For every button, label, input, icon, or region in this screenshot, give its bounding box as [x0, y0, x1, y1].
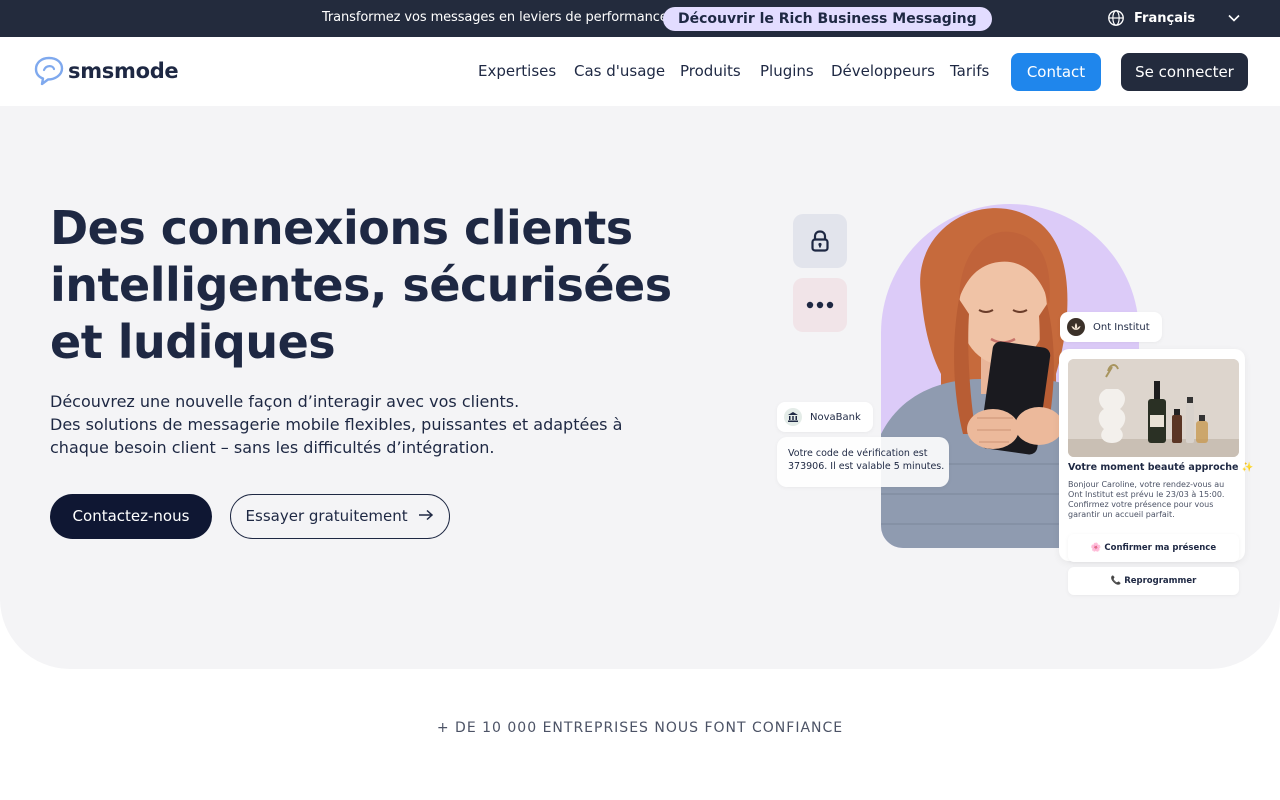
rich-card-title: Votre moment beauté approche ✨: [1068, 462, 1254, 473]
nav-plugins[interactable]: Plugins: [760, 62, 814, 80]
hero-subtitle-line: Découvrez une nouvelle façon d’interagir…: [50, 392, 520, 411]
chevron-down-icon: [1228, 14, 1240, 22]
rich-card-line: Confirmez votre présence pour vous: [1068, 500, 1214, 509]
rich-card-line: garantir un accueil parfait.: [1068, 510, 1175, 519]
arrow-right-icon: [419, 509, 434, 521]
nav-cas-usage[interactable]: Cas d'usage: [574, 62, 665, 80]
bank-icon: [784, 408, 802, 426]
hero-subtitle: Découvrez une nouvelle façon d’interagir…: [50, 390, 622, 459]
contact-button[interactable]: Contact: [1011, 53, 1101, 91]
hero-subtitle-line: Des solutions de messagerie mobile flexi…: [50, 415, 623, 434]
globe-icon: [1108, 10, 1124, 26]
hero-title-line: Des connexions clients: [50, 201, 633, 255]
ont-institut-label: Ont Institut: [1093, 321, 1150, 333]
hero-title-line: intelligentes, sécurisées: [50, 258, 672, 312]
site-header: smsmode Expertises Cas d'usage Produits …: [0, 37, 1280, 106]
login-button[interactable]: Se connecter: [1121, 53, 1248, 91]
rich-card-body: Bonjour Caroline, votre rendez-vous au O…: [1068, 480, 1224, 520]
hero-title: Des connexions clients intelligentes, sé…: [50, 200, 690, 371]
more-dots-icon: [806, 301, 834, 309]
rich-message-card: Votre moment beauté approche ✨ Bonjour C…: [1059, 349, 1254, 561]
nav-tarifs[interactable]: Tarifs: [950, 62, 989, 80]
logo-text: smsmode: [68, 59, 179, 83]
message-line: 373906. Il est valable 5 minutes.: [788, 461, 945, 472]
essayer-gratuitement-button[interactable]: Essayer gratuitement: [230, 494, 450, 539]
novabank-chip: NovaBank: [777, 402, 873, 432]
contactez-nous-button[interactable]: Contactez-nous: [50, 494, 212, 539]
confirm-presence-button: 🌸 Confirmer ma présence: [1068, 534, 1239, 562]
beauty-products-image: [1068, 359, 1239, 457]
nav-produits[interactable]: Produits: [680, 62, 741, 80]
hero-title-line: et ludiques: [50, 315, 336, 369]
message-line: Votre code de vérification est: [788, 448, 928, 459]
ont-institut-chip: Ont Institut: [1060, 312, 1162, 342]
smsmode-logo[interactable]: smsmode: [33, 55, 179, 87]
language-selector[interactable]: Français: [1107, 9, 1240, 27]
announcement-bar: Transformez vos messages en leviers de p…: [0, 0, 1280, 37]
nav-developpeurs[interactable]: Développeurs: [831, 62, 935, 80]
lock-tile: [793, 214, 847, 268]
language-label: Français: [1134, 10, 1196, 26]
hero-section: Des connexions clients intelligentes, sé…: [0, 106, 1280, 669]
reschedule-button: 📞 Reprogrammer: [1068, 567, 1239, 595]
verification-code-message: Votre code de vérification est 373906. I…: [777, 437, 949, 487]
nav-expertises[interactable]: Expertises: [478, 62, 556, 80]
novabank-label: NovaBank: [810, 411, 861, 423]
trust-statement: + DE 10 000 ENTREPRISES NOUS FONT CONFIA…: [436, 720, 844, 736]
lotus-icon: [1067, 318, 1085, 336]
essayer-gratuitement-label: Essayer gratuitement: [245, 507, 408, 525]
hero-subtitle-line: chaque besoin client – sans les difficul…: [50, 438, 495, 457]
logo-bubble-icon: [34, 56, 64, 86]
rich-card-line: Bonjour Caroline, votre rendez-vous au: [1068, 480, 1225, 489]
lock-icon: [811, 230, 829, 252]
typing-tile: [793, 278, 847, 332]
announcement-message: Transformez vos messages en leviers de p…: [322, 10, 668, 25]
rich-business-messaging-link[interactable]: Découvrir le Rich Business Messaging: [663, 7, 992, 31]
rich-card-line: Ont Institut est prévu le 23/03 à 15:00.: [1068, 490, 1225, 499]
